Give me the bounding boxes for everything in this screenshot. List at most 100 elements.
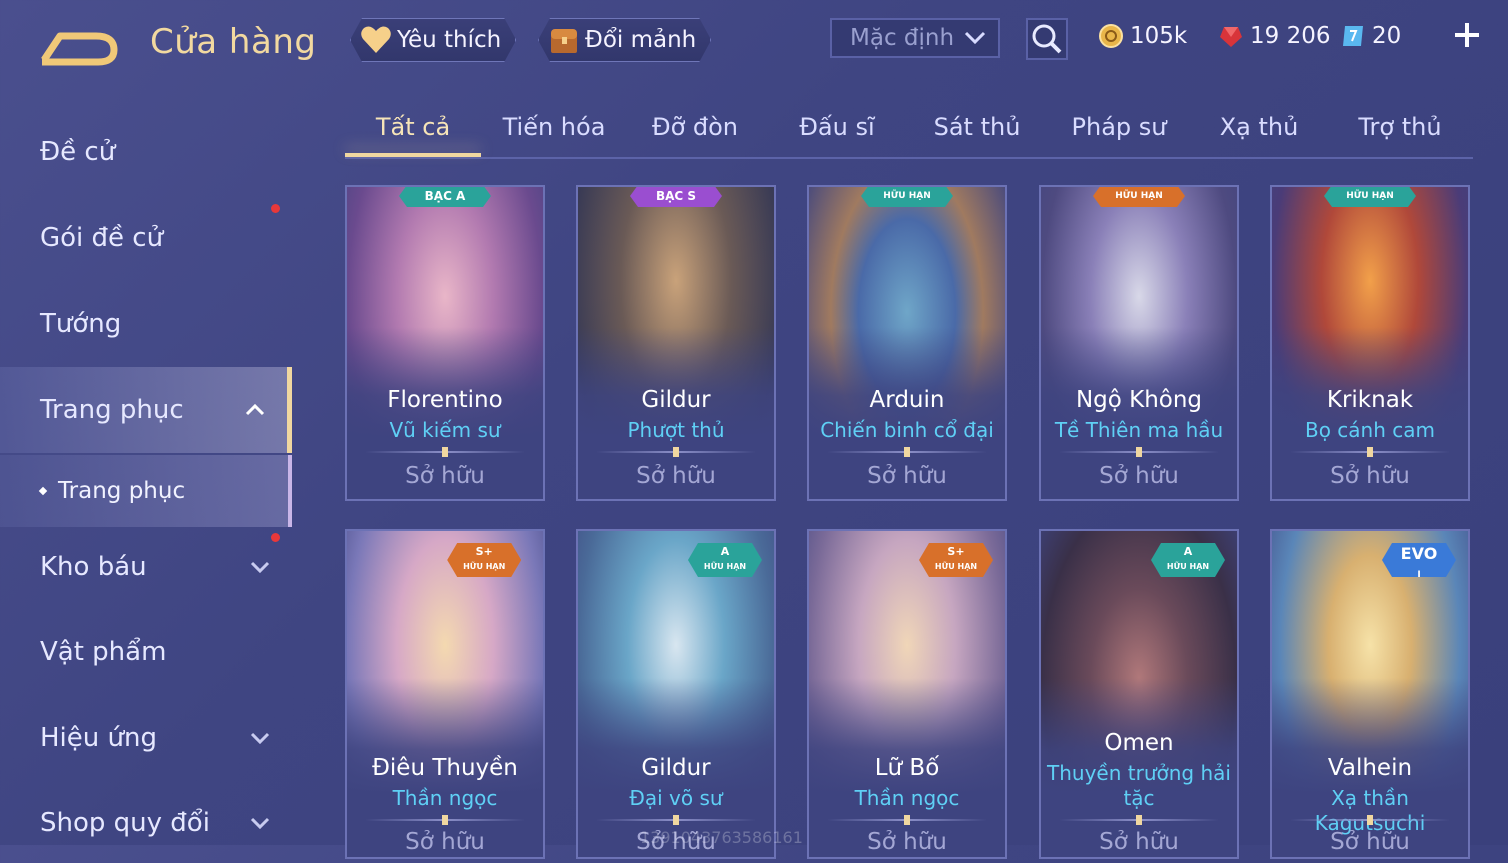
owned-status: Sở hữu — [405, 463, 485, 489]
skin-name: Bọ cánh cam — [1304, 418, 1435, 442]
watermark: 1391043763586161 — [640, 828, 803, 847]
skin-name: Thần ngọc — [392, 786, 498, 810]
add-currency-button[interactable] — [1452, 20, 1482, 50]
sidebar-subitem-skins[interactable]: Trang phục — [0, 455, 292, 527]
skin-card[interactable]: S+ HỮU HẠN Điêu Thuyền Thần ngọc Sở hữu — [345, 529, 545, 859]
exchange-fragments-button[interactable]: Đổi mảnh — [538, 18, 711, 62]
chevron-up-icon — [245, 404, 265, 416]
owned-status: Sở hữu — [1330, 829, 1410, 855]
skin-name: Thần ngọc — [854, 786, 960, 810]
hero-name: Omen — [1104, 730, 1174, 756]
sidebar-item-label: Shop quy đổi — [40, 808, 210, 838]
tier-badge: S+ HỮU HẠN — [919, 543, 993, 577]
sidebar-item-skins[interactable]: Trang phục — [0, 367, 292, 453]
skin-card[interactable]: EVOI Valhein Xạ thần Kagutsuchi Sở hữu — [1270, 529, 1470, 859]
hero-name: Ngộ Không — [1075, 387, 1203, 413]
ruby-gem-icon — [1220, 27, 1242, 47]
owned-status: Sở hữu — [867, 463, 947, 489]
skin-card[interactable]: A HỮU HẠN Omen Thuyền trưởng hải tặc Sở h… — [1039, 529, 1239, 859]
skin-name: Thuyền trưởng hải tặc — [1047, 761, 1231, 810]
plus-icon — [1455, 23, 1479, 47]
tab-marksman[interactable]: Xạ thủ — [1220, 113, 1299, 141]
tab-mage[interactable]: Pháp sư — [1072, 113, 1167, 141]
sidebar-item-exchange-shop[interactable]: Shop quy đổi — [0, 783, 292, 863]
tab-support[interactable]: Trợ thủ — [1358, 113, 1441, 141]
sidebar-item-label: Trang phục — [40, 395, 184, 425]
ruby-amount: 19 206 — [1250, 23, 1331, 49]
skin-card[interactable]: A HỮU HẠN Gildur Đại võ sư Sở hữu — [576, 529, 776, 859]
owned-status: Sở hữu — [636, 463, 716, 489]
back-arrow-icon — [41, 32, 118, 66]
sidebar-item-treasure[interactable]: Kho báu — [0, 527, 292, 607]
bullet-icon — [38, 486, 48, 496]
search-button[interactable] — [1026, 18, 1068, 60]
tab-assassin[interactable]: Sát thủ — [934, 113, 1021, 141]
chevron-down-icon — [250, 561, 270, 573]
hero-name: Gildur — [641, 755, 711, 781]
favorites-button[interactable]: Yêu thích — [350, 18, 516, 62]
tab-tank[interactable]: Đỡ đòn — [652, 113, 738, 141]
voucher-currency: 20 — [1340, 20, 1401, 52]
search-icon — [1032, 24, 1062, 54]
skin-card[interactable]: HỮU HẠN Ngộ Không Tề Thiên ma hầu Sở hữu — [1039, 185, 1239, 501]
sidebar-item-label: Đề cử — [40, 137, 116, 167]
sidebar-item-label: Hiệu ứng — [40, 723, 157, 753]
gold-coin-icon — [1099, 24, 1123, 48]
hero-name: Điêu Thuyền — [372, 755, 518, 781]
skin-name: Phượt thủ — [627, 418, 725, 442]
back-button[interactable] — [38, 22, 122, 68]
gold-amount: 105k — [1130, 23, 1188, 49]
sidebar-item-items[interactable]: Vật phẩm — [0, 612, 292, 692]
sidebar-item-label: Gói đề cử — [40, 223, 164, 253]
chevron-down-icon — [250, 817, 270, 829]
treasure-chest-icon — [547, 23, 581, 57]
sidebar: Đề cử Gói đề cử Tướng Trang phục Trang p… — [0, 100, 292, 845]
skin-name: Tề Thiên ma hầu — [1054, 418, 1224, 442]
hero-name: Valhein — [1327, 755, 1413, 781]
notification-dot — [271, 533, 280, 542]
skin-name: Vũ kiếm sư — [389, 418, 501, 442]
evo-badge: EVO I — [1382, 543, 1456, 577]
skin-card[interactable]: HỮU HẠN Arduin Chiến binh cổ đại Sở hữu — [807, 185, 1007, 501]
owned-status: Sở hữu — [405, 829, 485, 855]
skin-card[interactable]: BẠC S Gildur Phượt thủ Sở hữu — [576, 185, 776, 501]
sidebar-item-recommended[interactable]: Đề cử — [0, 112, 292, 192]
sidebar-item-bundles[interactable]: Gói đề cử — [0, 198, 292, 278]
tab-fighter[interactable]: Đấu sĩ — [799, 113, 874, 141]
sidebar-item-label: Kho báu — [40, 552, 147, 582]
gold-currency: 105k — [1098, 20, 1187, 52]
skin-card[interactable]: HỮU HẠN Kriknak Bọ cánh cam Sở hữu — [1270, 185, 1470, 501]
skin-name: Chiến binh cổ đại — [820, 418, 994, 442]
tier-badge: BẠC S — [630, 185, 722, 207]
tier-badge: HỮU HẠN — [861, 185, 953, 207]
favorites-label: Yêu thích — [397, 27, 502, 53]
hero-name: Lữ Bố — [874, 755, 940, 781]
chevron-down-icon — [250, 732, 270, 744]
category-tabs: Tất cả Tiến hóa Đỡ đòn Đấu sĩ Sát thủ Ph… — [345, 105, 1473, 159]
voucher-amount: 20 — [1372, 23, 1402, 49]
voucher-icon — [1343, 26, 1363, 46]
hero-name: Kriknak — [1326, 387, 1414, 413]
chevron-down-icon — [964, 31, 986, 45]
sort-dropdown[interactable]: Mặc định — [830, 18, 1000, 58]
sidebar-item-heroes[interactable]: Tướng — [0, 284, 292, 364]
owned-status: Sở hữu — [867, 829, 947, 855]
tier-badge: HỮU HẠN — [1093, 185, 1185, 207]
hero-name: Florentino — [387, 387, 503, 413]
notification-dot — [271, 204, 280, 213]
skin-card[interactable]: BẠC A Florentino Vũ kiếm sư Sở hữu — [345, 185, 545, 501]
tab-all[interactable]: Tất cả — [376, 113, 450, 141]
heart-icon — [359, 23, 393, 57]
skin-card[interactable]: S+ HỮU HẠN Lữ Bố Thần ngọc Sở hữu — [807, 529, 1007, 859]
exchange-label: Đổi mảnh — [585, 27, 697, 53]
hero-name: Arduin — [869, 387, 945, 413]
tier-badge: A HỮU HẠN — [688, 543, 762, 577]
owned-status: Sở hữu — [1330, 463, 1410, 489]
tier-badge: S+ HỮU HẠN — [447, 543, 521, 577]
sidebar-item-effects[interactable]: Hiệu ứng — [0, 698, 292, 778]
tier-badge: A HỮU HẠN — [1151, 543, 1225, 577]
owned-status: Sở hữu — [1099, 829, 1179, 855]
sort-value: Mặc định — [850, 25, 955, 51]
tier-badge: BẠC A — [399, 185, 491, 207]
tab-evolution[interactable]: Tiến hóa — [503, 113, 606, 141]
